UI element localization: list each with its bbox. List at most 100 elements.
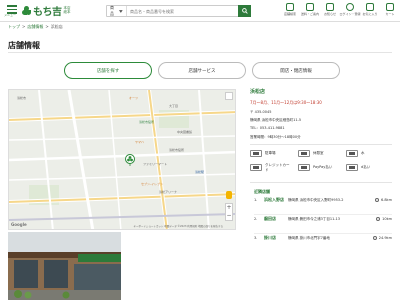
store-map[interactable]: 浜松市 オーツ 大丁目 中央図書館 浜松市役所 ヤマハ 浜松市役所 ファミリーマ… (8, 89, 236, 230)
zoom-out-button[interactable]: − (226, 212, 232, 220)
header-shipping-link[interactable]: 送料・ご案内 (301, 3, 320, 16)
search-button[interactable] (238, 5, 251, 17)
card-icon (250, 164, 262, 172)
nearby-number: 3. (254, 236, 258, 240)
nearby-store-address: 静岡県 浜松市中央区入野町9953-2 (288, 198, 344, 202)
store-address: 静岡県 浜松市中央区細島町11-5 (250, 118, 302, 122)
store-icon (286, 3, 294, 11)
nearby-store-link[interactable]: 磐田店 (264, 216, 284, 222)
map-attribution[interactable]: キーボードショートカット 地図データ ©2023 利用規約 地図の誤りを報告する (133, 224, 223, 228)
list-item: 3. 掛川店 静岡県 掛川市北門宇7番地 24.9km (254, 234, 392, 253)
tab-open-close-info[interactable]: 開店・閉店情報 (252, 62, 340, 79)
distance-value: 10km (382, 217, 392, 221)
distance-icon (376, 217, 381, 221)
map-label: ヤマハ (135, 140, 145, 144)
header-icons: 店舗検索 送料・ご案内 お知らせ ログイン・登録 お気に入り カート (282, 3, 398, 16)
service-dpay: d払い (346, 164, 370, 171)
menu-icon (7, 5, 17, 7)
tab-store-services[interactable]: 店舗サービス (158, 62, 246, 79)
list-item: 1. 浜松入野店 静岡県 浜松市中央区入野町9953-2 6.8km (254, 196, 392, 215)
breadcrumb-store-info[interactable]: 店舗情報 (27, 24, 43, 30)
distance-value: 6.8km (380, 198, 392, 202)
service-label: d払い (361, 165, 371, 169)
header-cart-link[interactable]: カート (382, 3, 398, 16)
breadcrumb: トップ > 店舗情報 > 浜松店 (8, 24, 63, 30)
nearby-stores-list: 1. 浜松入野店 静岡県 浜松市中央区入野町9953-2 6.8km 2. 磐田… (254, 196, 392, 253)
distance-value: 24.9km (378, 236, 392, 240)
nearby-store-address: 静岡県 磐田市今之浦3丁目11-13 (288, 217, 341, 221)
paypay-icon (298, 164, 310, 171)
logo-text: もち吉 (33, 7, 62, 18)
street-view-pegman-icon[interactable] (226, 191, 232, 199)
menu-label: メニュー (4, 13, 17, 17)
dpay-icon (346, 164, 358, 171)
service-label: 水 (361, 151, 365, 155)
service-label: PayPay払い (313, 165, 333, 169)
search-bar: 商品 (106, 5, 251, 17)
service-parking: 駐車場 (250, 150, 276, 157)
store-photo (8, 232, 121, 300)
nearby-store-address: 静岡県 掛川市北門宇7番地 (288, 236, 330, 240)
title-divider (8, 52, 392, 53)
map-label: 浜松市 (17, 96, 27, 100)
header-store-link[interactable]: 店舗検索 (282, 3, 298, 16)
parking-icon (250, 150, 262, 157)
map-label: オーツ (129, 96, 138, 100)
nearby-distance: 24.9km (372, 236, 392, 240)
header-icon-label: お知らせ (324, 12, 336, 16)
service-label: クレジットカード (265, 163, 290, 172)
cart-icon (386, 3, 394, 11)
bell-icon (326, 3, 334, 11)
store-tel[interactable]: TEL：053-411-9881 (250, 126, 285, 131)
search-input[interactable] (127, 6, 238, 16)
store-seasonal-hours: 7月～8月、11月～12月は9:30～18:30 (250, 100, 322, 105)
store-location-pin-icon[interactable] (125, 154, 135, 166)
header-news-link[interactable]: お知らせ (322, 3, 338, 16)
header-icon-label: 店舗検索 (283, 12, 296, 16)
map-roads (9, 90, 235, 229)
distance-icon (372, 236, 377, 240)
map-label: 浜松市役所 (139, 120, 155, 124)
chevron-down-icon (119, 9, 123, 13)
menu-icon-bar (7, 8, 17, 10)
fullscreen-icon[interactable] (225, 92, 233, 100)
header-icon-label: ログイン・登録 (339, 12, 361, 16)
user-icon (346, 3, 354, 11)
nearby-store-link[interactable]: 掛川店 (264, 235, 284, 241)
breadcrumb-separator: > (45, 24, 49, 29)
logo[interactable]: もち吉 本店 総本 (22, 3, 74, 18)
shipping-icon (306, 3, 314, 11)
nearby-store-link[interactable]: 浜松入野店 (264, 197, 284, 203)
store-name: 浜松店 (250, 89, 266, 95)
breadcrumb-separator: > (22, 24, 26, 29)
menu-button[interactable]: メニュー (4, 3, 19, 19)
search-category-select[interactable]: 商品 (107, 5, 127, 16)
breadcrumb-top[interactable]: トップ (8, 24, 20, 30)
search-icon (241, 8, 248, 14)
map-label: セブン-イレブン (141, 182, 164, 186)
service-label: 駐車場 (265, 151, 276, 155)
google-logo: Google (11, 222, 27, 227)
info-divider (250, 182, 392, 183)
nearby-distance: 6.8km (374, 198, 392, 202)
zoom-in-button[interactable]: + (226, 204, 232, 212)
search-category-label: 商品 (110, 5, 114, 16)
breadcrumb-current: 浜松店 (50, 24, 63, 29)
header-login-link[interactable]: ログイン・登録 (339, 3, 361, 16)
nearby-number: 1. (254, 198, 258, 202)
header-favorite-link[interactable]: お気に入り (362, 3, 378, 16)
service-water: 水 (346, 150, 365, 157)
leaf-logo-icon (22, 6, 31, 15)
map-label: 大丁目 (169, 104, 179, 108)
map-label: 浜松駅 (195, 170, 205, 174)
nearby-number: 2. (254, 217, 258, 221)
header-icon-label: 送料・ご案内 (301, 12, 320, 16)
heart-icon (366, 3, 374, 11)
nearby-stores-title: 近隣店舗 (254, 189, 270, 194)
nearby-distance: 10km (376, 217, 392, 221)
map-label: 浜松市役所 (169, 148, 185, 152)
map-zoom-control: + − (225, 203, 233, 221)
tab-find-store[interactable]: 店舗を探す (64, 62, 152, 79)
header-icon-label: お気に入り (362, 12, 378, 16)
store-hours: 営業時間：9時30分～18時00分 (250, 135, 301, 139)
